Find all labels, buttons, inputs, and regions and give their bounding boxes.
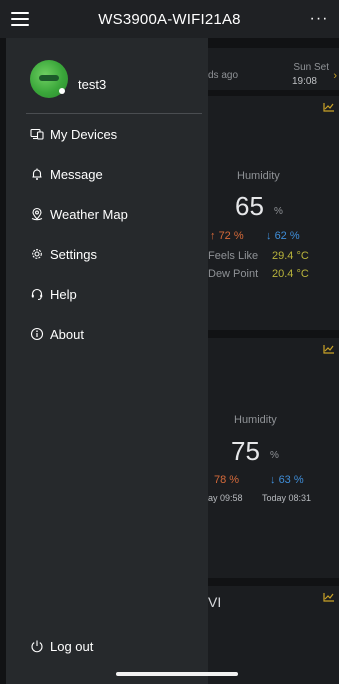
menu-item-label: About — [50, 326, 84, 342]
power-icon — [30, 639, 44, 653]
chevron-right-icon[interactable]: › — [333, 70, 337, 82]
humidity-value: 75 — [231, 436, 260, 466]
humidity-min-value: 63 % — [278, 474, 304, 486]
hamburger-menu-button[interactable] — [0, 0, 40, 38]
feels-like-value: 29.4 °C — [272, 250, 309, 262]
avatar-badge-icon — [59, 88, 65, 94]
uvi-card: VI — [208, 586, 339, 684]
menu-item-settings[interactable]: Settings — [6, 234, 208, 274]
sun-card[interactable]: ds ago Sun Set 19:08 › — [208, 48, 339, 90]
logout-section: Log out — [6, 626, 208, 666]
dew-point-label: Dew Point — [208, 268, 259, 280]
humidity-min-value: 62 % — [274, 230, 300, 242]
more-options-button[interactable]: ··· — [299, 0, 339, 38]
app-screen: WS3900A-WIFI21A8 ··· ds ago Sun Set 19:0… — [0, 0, 339, 684]
humidity-max: 78 % — [214, 474, 240, 486]
home-indicator[interactable] — [116, 672, 238, 676]
navigation-drawer: test3 My Devices Message Weather Map Set… — [6, 38, 208, 684]
devices-icon — [30, 127, 44, 141]
humidity-min: ↓ 62 % — [266, 230, 300, 242]
menu-item-label: Weather Map — [50, 206, 128, 222]
user-profile[interactable]: test3 — [30, 60, 106, 98]
bell-icon — [30, 167, 44, 181]
humidity-value: 65 — [235, 191, 264, 221]
humidity-card-outdoor: Humidity 65 % ↑ 72 % ↓ 62 % Feels Like 2… — [208, 96, 339, 330]
sunset-label: Sun Set — [293, 62, 329, 73]
avatar[interactable] — [30, 60, 68, 98]
top-bar: WS3900A-WIFI21A8 ··· — [0, 0, 339, 38]
humidity-card-indoor: Humidity 75 % 78 % ↓ 63 % ay 09:58 Today… — [208, 338, 339, 578]
menu-item-label: Message — [50, 166, 103, 182]
info-icon — [30, 327, 44, 341]
menu-item-about[interactable]: About — [6, 314, 208, 354]
menu-item-help[interactable]: Help — [6, 274, 208, 314]
updated-ago-text: ds ago — [208, 70, 239, 81]
humidity-unit: % — [274, 206, 283, 217]
menu-item-label: Help — [50, 286, 77, 302]
map-pin-icon — [30, 207, 44, 221]
sunset-time: 19:08 — [291, 76, 317, 87]
humidity-min: ↓ 63 % — [270, 474, 304, 486]
humidity-label: Humidity — [237, 170, 280, 182]
humidity-max: ↑ 72 % — [210, 230, 244, 242]
menu-item-message[interactable]: Message — [6, 154, 208, 194]
gear-icon — [30, 247, 44, 261]
brand-logo-icon — [39, 75, 59, 81]
humidity-max-value: 72 % — [218, 230, 244, 242]
humidity-unit: % — [270, 450, 279, 461]
hamburger-icon — [11, 12, 29, 26]
username: test3 — [78, 76, 107, 92]
ellipsis-icon: ··· — [309, 10, 329, 27]
drawer-menu: My Devices Message Weather Map Settings — [6, 114, 208, 354]
max-time: ay 09:58 — [208, 493, 243, 503]
menu-item-label: Settings — [50, 246, 97, 262]
logout-button[interactable]: Log out — [6, 626, 208, 666]
menu-item-label: My Devices — [50, 126, 118, 142]
logout-label: Log out — [50, 638, 94, 654]
chart-icon[interactable] — [323, 102, 335, 112]
dew-point-value: 20.4 °C — [272, 268, 309, 280]
chart-icon[interactable] — [323, 592, 335, 602]
device-title: WS3900A-WIFI21A8 — [98, 10, 241, 28]
chart-icon[interactable] — [323, 344, 335, 354]
feels-like-label: Feels Like — [208, 250, 259, 262]
uvi-label: VI — [208, 594, 222, 610]
headset-icon — [30, 287, 44, 301]
menu-item-weather-map[interactable]: Weather Map — [6, 194, 208, 234]
min-time: Today 08:31 — [262, 493, 312, 503]
humidity-label: Humidity — [234, 414, 277, 426]
menu-item-my-devices[interactable]: My Devices — [6, 114, 208, 154]
